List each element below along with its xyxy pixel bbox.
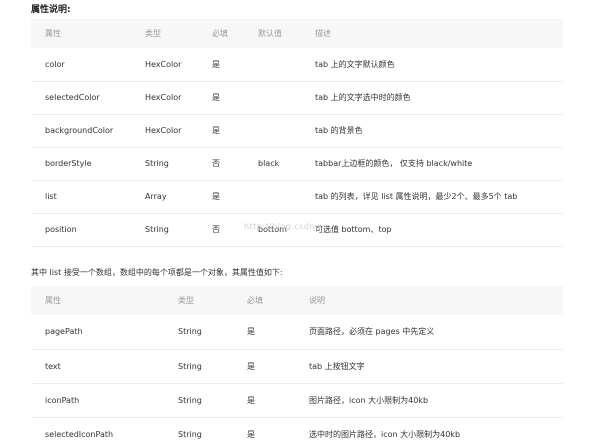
- table-cell: 是: [198, 180, 244, 214]
- list-properties-table: 属性 类型 必填 说明 pagePath String 是 页面路径，必须在 p…: [31, 286, 563, 446]
- table-cell: 是: [198, 48, 244, 82]
- table-row: pagePath String 是 页面路径，必须在 pages 中先定义: [31, 315, 563, 350]
- table-cell: tab 的背景色: [301, 114, 563, 148]
- section-title: 属性说明:: [31, 5, 71, 15]
- table-cell: borderStyle: [31, 147, 131, 181]
- watermark: http://blog.csdn.n: [244, 222, 324, 231]
- table-cell: color: [31, 48, 131, 82]
- table-cell: [244, 114, 301, 148]
- table-cell: HexColor: [131, 114, 198, 148]
- table-cell: 图片路径，icon 大小限制为40kb: [295, 383, 563, 418]
- table-cell: tab 上的文字默认颜色: [301, 48, 563, 82]
- table-row: borderStyle String 否 black tabbar上边框的颜色，…: [31, 147, 563, 181]
- table-row: iconPath String 是 图片路径，icon 大小限制为40kb: [31, 383, 563, 418]
- header-cell: 属性: [31, 19, 131, 48]
- header-cell: 说明: [295, 286, 563, 315]
- table-cell: 否: [198, 213, 244, 247]
- header-cell: 默认值: [244, 19, 301, 48]
- table-cell: 可选值 bottom、top: [301, 213, 563, 247]
- table-cell: String: [164, 349, 233, 384]
- table-cell: String: [164, 383, 233, 418]
- table-cell: position: [31, 213, 131, 247]
- table-header-row: 属性 类型 必填 说明: [31, 286, 563, 315]
- header-cell: 必填: [198, 19, 244, 48]
- table-cell: String: [164, 417, 233, 446]
- table-cell: HexColor: [131, 48, 198, 82]
- table-cell: 是: [198, 81, 244, 115]
- table-row: selectedIconPath String 是 选中时的图片路径，icon …: [31, 417, 563, 446]
- table-row: backgroundColor HexColor 是 tab 的背景色: [31, 114, 563, 148]
- table-cell: text: [31, 349, 164, 384]
- table-cell: [244, 81, 301, 115]
- header-cell: 属性: [31, 286, 164, 315]
- table-cell: selectedColor: [31, 81, 131, 115]
- table-cell: 是: [233, 383, 295, 418]
- table-cell: 页面路径，必须在 pages 中先定义: [295, 315, 563, 350]
- table-cell: Array: [131, 180, 198, 214]
- table-cell: 选中时的图片路径，icon 大小限制为40kb: [295, 417, 563, 446]
- table-row: list Array 是 tab 的列表，详见 list 属性说明，最少2个、最…: [31, 180, 563, 214]
- table-cell: tab 上的文字选中时的颜色: [301, 81, 563, 115]
- header-cell: 必填: [233, 286, 295, 315]
- header-cell: 类型: [164, 286, 233, 315]
- table-cell: String: [131, 213, 198, 247]
- table-cell: 是: [198, 114, 244, 148]
- table-row: selectedColor HexColor 是 tab 上的文字选中时的颜色: [31, 81, 563, 115]
- table-cell: 是: [233, 315, 295, 350]
- tabbar-properties-table: 属性 类型 必填 默认值 描述 color HexColor 是 tab 上的文…: [31, 19, 563, 247]
- header-cell: 描述: [301, 19, 563, 48]
- table-header-row: 属性 类型 必填 默认值 描述: [31, 19, 563, 48]
- table-cell: 是: [233, 349, 295, 384]
- table-cell: selectedIconPath: [31, 417, 164, 446]
- table-row: color HexColor 是 tab 上的文字默认颜色: [31, 48, 563, 82]
- table-cell: [244, 180, 301, 214]
- table-cell: 否: [198, 147, 244, 181]
- table-cell: list: [31, 180, 131, 214]
- header-cell: 类型: [131, 19, 198, 48]
- table-cell: [244, 48, 301, 82]
- table-cell: pagePath: [31, 315, 164, 350]
- table-cell: tab 的列表，详见 list 属性说明，最少2个、最多5个 tab: [301, 180, 563, 214]
- table-cell: HexColor: [131, 81, 198, 115]
- table-cell: iconPath: [31, 383, 164, 418]
- table-cell: tab 上按钮文字: [295, 349, 563, 384]
- table-row: text String 是 tab 上按钮文字: [31, 349, 563, 384]
- table-cell: backgroundColor: [31, 114, 131, 148]
- table-cell: String: [164, 315, 233, 350]
- table-cell: black: [244, 147, 301, 181]
- table-cell: tabbar上边框的颜色， 仅支持 black/white: [301, 147, 563, 181]
- table-cell: 是: [233, 417, 295, 446]
- list-intro-text: 其中 list 接受一个数组，数组中的每个项都是一个对象，其属性值如下:: [31, 268, 283, 277]
- table-cell: String: [131, 147, 198, 181]
